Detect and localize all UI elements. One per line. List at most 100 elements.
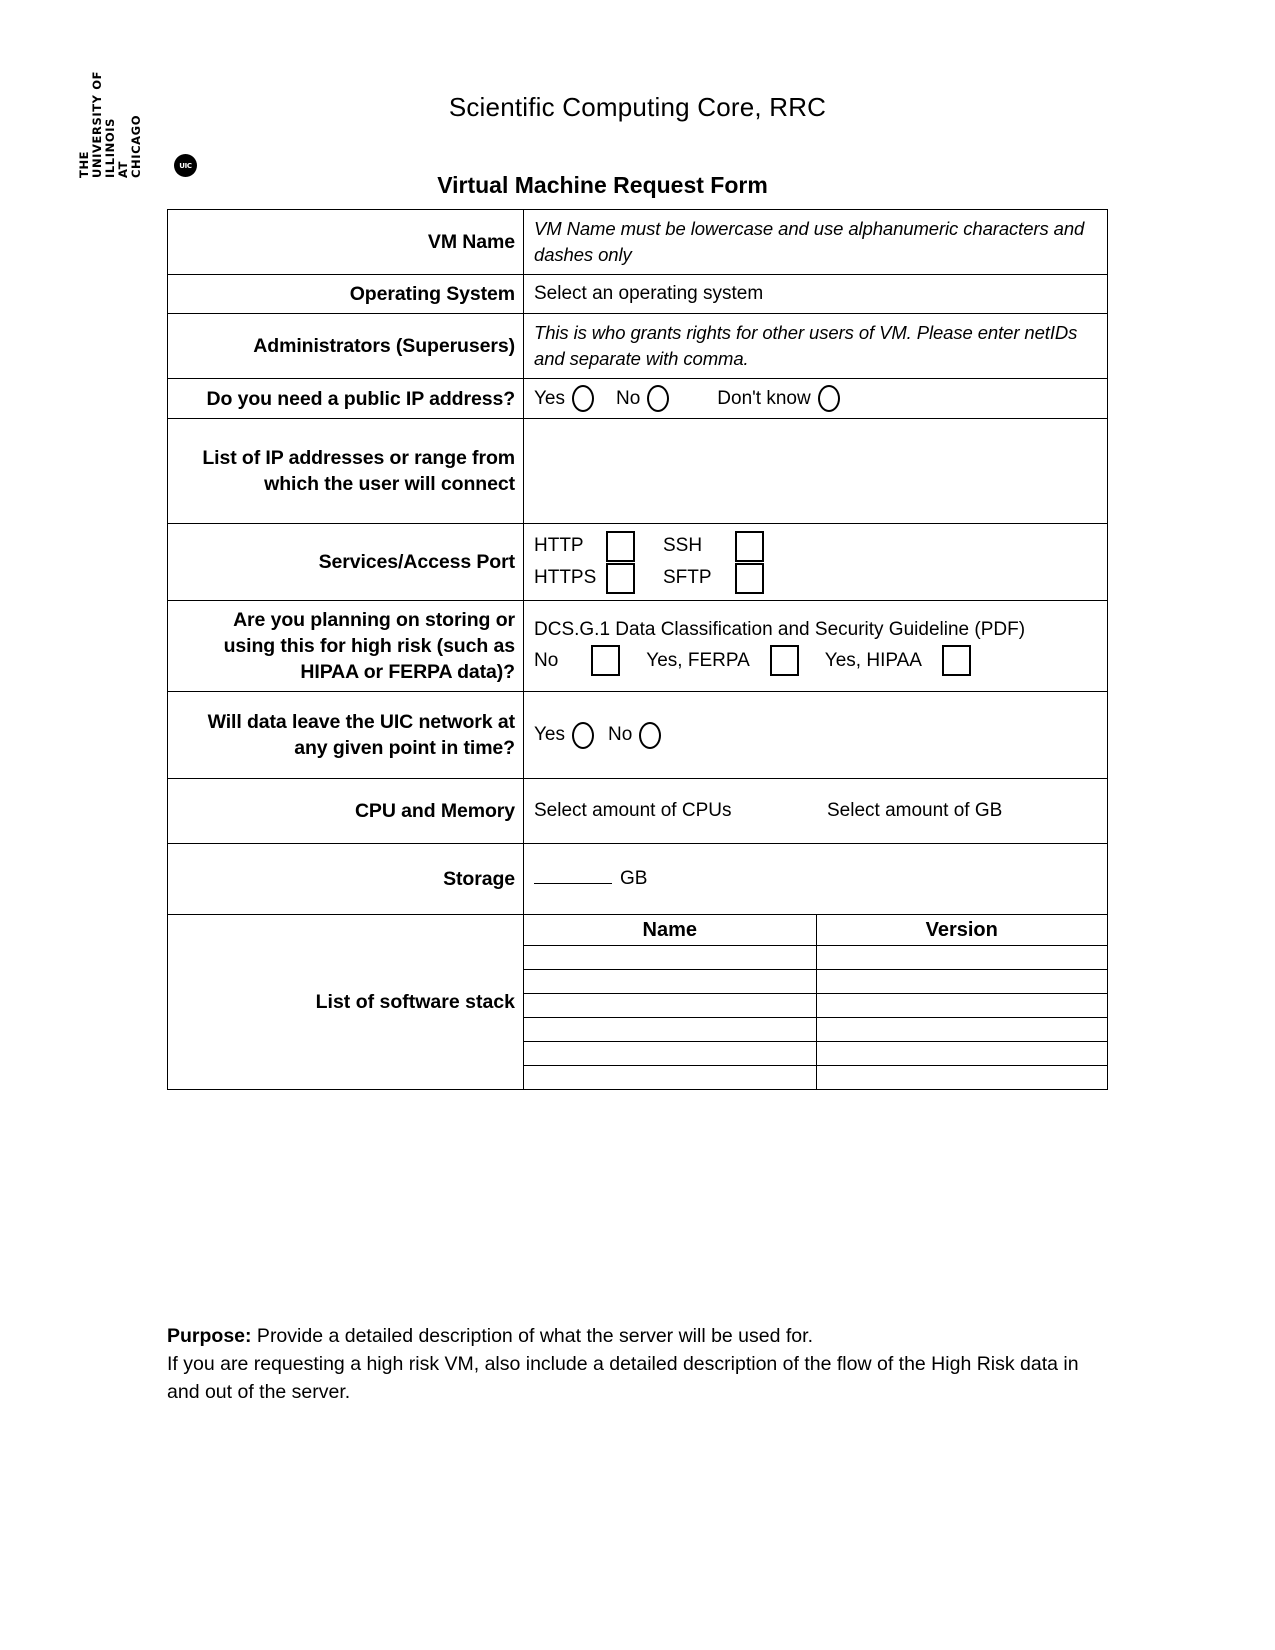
- services-row-1: HTTP SSH: [534, 530, 1097, 562]
- service-ssh-label: SSH: [663, 535, 703, 556]
- data-leave-option-no[interactable]: No: [608, 721, 662, 749]
- software-version-cell[interactable]: [815, 1017, 1107, 1042]
- table-row-high-risk: Are you planning on storing or using thi…: [167, 600, 1108, 692]
- high-risk-option-ferpa-label: Yes, FERPA: [646, 649, 750, 671]
- table-row-public-ip: Do you need a public IP address? Yes No: [167, 378, 1108, 419]
- column-header-version: Version: [815, 915, 1107, 946]
- checkbox-icon-https[interactable]: [606, 562, 635, 594]
- checkbox-icon-sftp[interactable]: [735, 562, 764, 594]
- high-risk-options: No Yes, FERPA Yes, HIPAA: [534, 645, 1097, 676]
- software-stack-header-row: Name Version: [524, 915, 1107, 946]
- vm-request-form-table: VM Name VM Name must be lowercase and us…: [167, 209, 1108, 1090]
- field-cpu-memory: Select amount of CPUs Select amount of G…: [523, 778, 1108, 844]
- cpu-count-value[interactable]: Select amount of CPUs: [534, 798, 827, 824]
- column-header-name: Name: [524, 915, 817, 946]
- uic-seal-text: UIC: [179, 161, 192, 170]
- software-name-cell[interactable]: [524, 1017, 817, 1042]
- software-version-cell[interactable]: [815, 1041, 1107, 1066]
- field-data-leave: Yes No: [523, 691, 1108, 779]
- checkbox-icon-high-risk-no[interactable]: [591, 645, 621, 676]
- administrators-hint: This is who grants rights for other user…: [534, 322, 1078, 369]
- software-version-cell[interactable]: [815, 1065, 1107, 1089]
- high-risk-guideline-link[interactable]: DCS.G.1 Data Classification and Security…: [534, 616, 1097, 643]
- software-stack-row: [524, 945, 1107, 970]
- data-leave-option-yes[interactable]: Yes: [534, 721, 594, 749]
- software-name-cell[interactable]: [524, 993, 817, 1018]
- checkbox-icon-ssh[interactable]: [735, 530, 764, 562]
- label-cpu-memory: CPU and Memory: [167, 778, 524, 844]
- vm-name-hint: VM Name must be lowercase and use alphan…: [534, 218, 1085, 265]
- software-name-cell[interactable]: [524, 945, 817, 970]
- page-title: Virtual Machine Request Form: [437, 172, 768, 198]
- footer-notes: Purpose: Provide a detailed description …: [167, 1322, 1087, 1406]
- storage-amount-input[interactable]: [534, 866, 612, 884]
- memory-gb-value[interactable]: Select amount of GB: [827, 798, 1002, 824]
- service-sftp-label: SFTP: [663, 567, 712, 588]
- table-row-services: Services/Access Port HTTP SSH HTTPS SFTP: [167, 523, 1108, 601]
- label-storage: Storage: [167, 843, 524, 915]
- software-name-cell[interactable]: [524, 1065, 817, 1089]
- table-row-storage: Storage GB: [167, 843, 1108, 915]
- software-stack-table: Name Version: [524, 915, 1107, 1089]
- document-page: THE UNIVERSITY OF ILLINOIS AT CHICAGO UI…: [0, 0, 1275, 1650]
- label-administrators: Administrators (Superusers): [167, 313, 524, 379]
- service-http-label: HTTP: [534, 535, 584, 556]
- field-vm-name[interactable]: VM Name must be lowercase and use alphan…: [523, 209, 1108, 275]
- public-ip-option-yes[interactable]: Yes: [534, 385, 594, 412]
- organization-title: Scientific Computing Core, RRC: [448, 92, 827, 122]
- footer-purpose-line: Purpose: Provide a detailed description …: [167, 1322, 1087, 1350]
- software-stack-row: [524, 969, 1107, 994]
- service-https-label: HTTPS: [534, 567, 597, 588]
- label-operating-system: Operating System: [167, 274, 524, 314]
- table-row-cpu-memory: CPU and Memory Select amount of CPUs Sel…: [167, 778, 1108, 844]
- checkbox-icon-high-risk-hipaa[interactable]: [941, 645, 971, 676]
- table-row-software-stack: List of software stack Name Version: [167, 914, 1108, 1090]
- software-name-cell[interactable]: [524, 1041, 817, 1066]
- field-operating-system[interactable]: Select an operating system: [523, 274, 1108, 314]
- footer-note-line: If you are requesting a high risk VM, al…: [167, 1353, 1079, 1403]
- high-risk-option-hipaa-label: Yes, HIPAA: [824, 649, 922, 671]
- software-stack-row: [524, 1041, 1107, 1066]
- high-risk-option-no-label: No: [534, 649, 559, 671]
- field-administrators[interactable]: This is who grants rights for other user…: [523, 313, 1108, 379]
- services-options: HTTP SSH HTTPS SFTP: [534, 530, 1097, 594]
- storage-unit-label: GB: [620, 868, 648, 889]
- software-version-cell[interactable]: [815, 969, 1107, 994]
- label-services: Services/Access Port: [167, 523, 524, 601]
- radio-icon-data-leave-yes[interactable]: [572, 721, 594, 749]
- public-ip-option-dont-know-label: Don't know: [717, 387, 811, 409]
- label-software-stack: List of software stack: [167, 914, 524, 1090]
- public-ip-option-no[interactable]: No: [616, 385, 670, 412]
- radio-icon-public-ip-no[interactable]: [647, 385, 670, 412]
- public-ip-option-dont-know[interactable]: Don't know: [717, 385, 840, 412]
- checkbox-icon-http[interactable]: [606, 530, 635, 562]
- field-services: HTTP SSH HTTPS SFTP: [523, 523, 1108, 601]
- data-leave-option-yes-label: Yes: [534, 724, 565, 745]
- checkbox-icon-high-risk-ferpa[interactable]: [769, 645, 799, 676]
- software-stack-row: [524, 1065, 1107, 1089]
- footer-purpose-text: Provide a detailed description of what t…: [251, 1325, 813, 1347]
- table-row-operating-system: Operating System Select an operating sys…: [167, 274, 1108, 314]
- storage-input-line: GB: [534, 866, 1097, 892]
- label-ip-list: List of IP addresses or range from which…: [167, 418, 524, 524]
- field-software-stack: Name Version: [523, 914, 1108, 1090]
- cpu-memory-values: Select amount of CPUs Select amount of G…: [534, 798, 1097, 824]
- table-row-administrators: Administrators (Superusers) This is who …: [167, 313, 1108, 379]
- radio-icon-public-ip-yes[interactable]: [572, 385, 594, 412]
- radio-icon-data-leave-no[interactable]: [639, 721, 662, 749]
- label-data-leave: Will data leave the UIC network at any g…: [167, 691, 524, 779]
- table-row-vm-name: VM Name VM Name must be lowercase and us…: [167, 209, 1108, 275]
- radio-icon-public-ip-dont-know[interactable]: [817, 385, 840, 412]
- label-public-ip: Do you need a public IP address?: [167, 378, 524, 419]
- label-vm-name: VM Name: [167, 209, 524, 275]
- public-ip-option-no-label: No: [616, 387, 641, 409]
- table-row-data-leave: Will data leave the UIC network at any g…: [167, 691, 1108, 779]
- software-version-cell[interactable]: [815, 993, 1107, 1018]
- software-name-cell[interactable]: [524, 969, 817, 994]
- software-stack-row: [524, 1017, 1107, 1042]
- public-ip-option-yes-label: Yes: [534, 387, 565, 409]
- data-leave-options: Yes No: [534, 721, 1097, 749]
- software-version-cell[interactable]: [815, 945, 1107, 970]
- field-ip-list[interactable]: [523, 418, 1108, 524]
- footer-purpose-label: Purpose:: [167, 1325, 252, 1347]
